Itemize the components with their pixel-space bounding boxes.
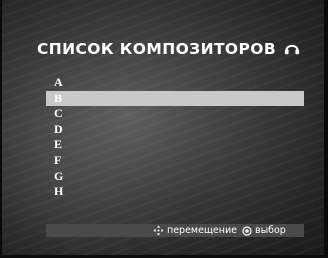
hint-select: выбор bbox=[242, 224, 286, 237]
list-item[interactable]: B bbox=[46, 90, 304, 107]
composer-list-screen: СПИСОК КОМПОЗИТОРОВ A B C D E F G H пере… bbox=[2, 0, 324, 255]
hint-move-label: перемещение bbox=[167, 225, 237, 236]
list-item[interactable]: C bbox=[46, 106, 304, 122]
list-item[interactable]: G bbox=[46, 169, 304, 185]
list-item[interactable]: F bbox=[46, 153, 304, 169]
list-item[interactable]: H bbox=[46, 184, 304, 200]
enter-icon bbox=[242, 225, 252, 236]
hint-bar: перемещение выбор bbox=[46, 224, 304, 237]
page-title: СПИСОК КОМПОЗИТОРОВ bbox=[37, 40, 277, 58]
dpad-icon bbox=[153, 225, 164, 236]
headphones-icon bbox=[285, 44, 299, 55]
composer-list: A B C D E F G H bbox=[46, 75, 304, 200]
hint-move: перемещение bbox=[153, 224, 237, 237]
list-item[interactable]: D bbox=[46, 122, 304, 138]
hint-select-label: выбор bbox=[255, 225, 286, 236]
list-item[interactable]: E bbox=[46, 137, 304, 153]
list-item[interactable]: A bbox=[46, 75, 304, 91]
